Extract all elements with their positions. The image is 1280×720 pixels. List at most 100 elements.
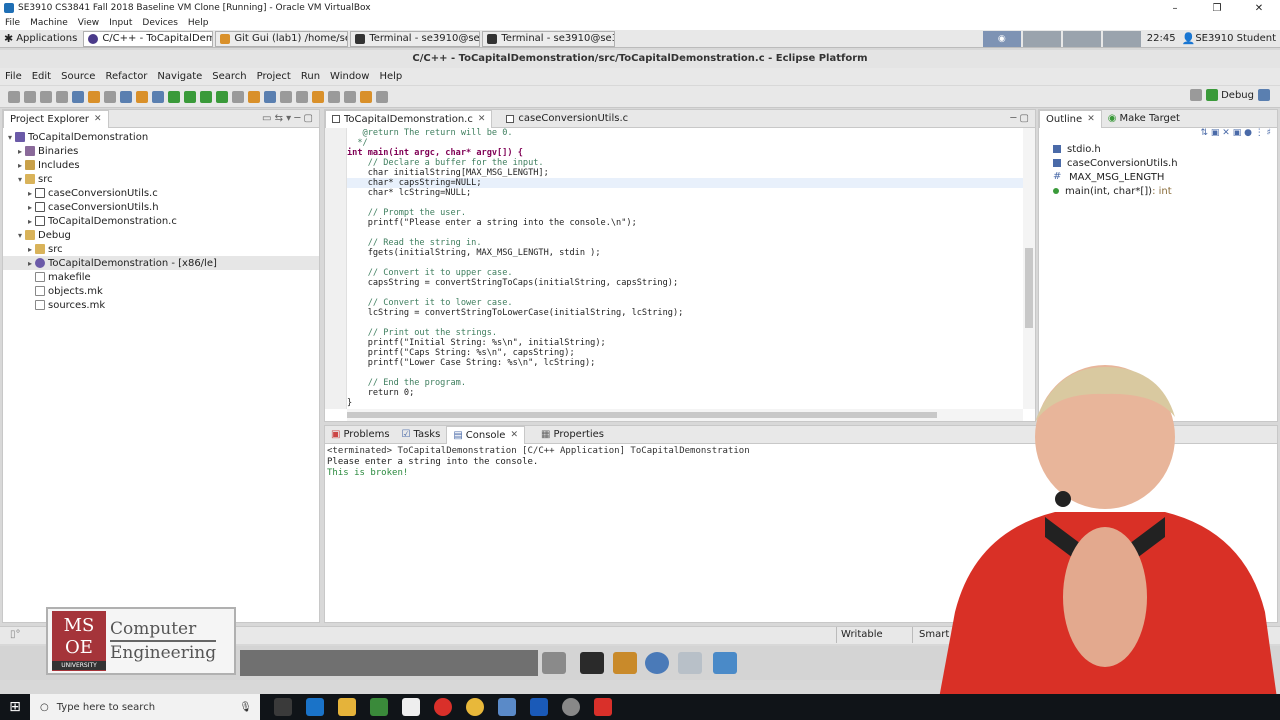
menu-refactor[interactable]: Refactor <box>105 71 147 82</box>
new-icon[interactable] <box>8 90 20 103</box>
user-name[interactable]: SE3910 Student <box>1195 33 1276 44</box>
terminal-icon[interactable] <box>580 652 604 674</box>
tab-make-target[interactable]: ◉ Make Target <box>1102 110 1186 128</box>
menu-help[interactable]: Help <box>379 71 402 82</box>
next-annotation-icon[interactable] <box>328 90 340 103</box>
new-folder-icon[interactable] <box>136 90 148 103</box>
task-terminal-1[interactable]: Terminal - se3910@se3... <box>350 30 481 47</box>
tab-properties[interactable]: ▦ Properties <box>535 426 610 444</box>
tree-item[interactable]: ▾ src <box>3 172 319 186</box>
workspace-1[interactable]: ◉ <box>982 30 1021 47</box>
opera-icon[interactable] <box>434 698 452 716</box>
file-explorer-icon[interactable] <box>338 698 356 716</box>
folder-icon[interactable] <box>713 652 737 674</box>
open-perspective-icon[interactable] <box>1190 89 1203 101</box>
tab-outline[interactable]: Outline ✕ <box>1039 109 1102 128</box>
outline-item[interactable]: main(int, char*[]) : int <box>1039 184 1277 198</box>
tree-item[interactable]: ▸ Binaries <box>3 144 319 158</box>
open-type-icon[interactable] <box>248 90 260 103</box>
close-icon[interactable]: ✕ <box>94 114 102 124</box>
outline-item[interactable]: stdio.h <box>1039 142 1277 156</box>
minimize-button[interactable]: – <box>1154 3 1196 14</box>
menu-search[interactable]: Search <box>212 71 246 82</box>
highlight-icon[interactable] <box>312 90 324 103</box>
menu-source[interactable]: Source <box>61 71 95 82</box>
store-icon[interactable] <box>370 698 388 716</box>
run-icon[interactable] <box>200 90 212 103</box>
save-icon[interactable] <box>24 90 36 103</box>
external-tools-icon[interactable] <box>216 90 228 103</box>
vbox-menu-machine[interactable]: Machine <box>30 18 68 28</box>
app-icon[interactable] <box>562 698 580 716</box>
save-all-icon[interactable] <box>40 90 52 103</box>
workspace-3[interactable] <box>1062 30 1101 47</box>
forward-icon[interactable] <box>376 90 388 103</box>
vbox-menu-view[interactable]: View <box>78 18 99 28</box>
search-icon[interactable] <box>264 90 276 103</box>
prev-annotation-icon[interactable] <box>344 90 356 103</box>
new-class-icon[interactable] <box>152 90 164 103</box>
tab-project-explorer[interactable]: Project Explorer ✕ <box>3 109 109 128</box>
hammer-icon[interactable] <box>88 90 100 103</box>
vbox-menu-devices[interactable]: Devices <box>142 18 177 28</box>
task-eclipse[interactable]: C/C++ - ToCapitalDemo... <box>83 30 214 47</box>
cpp-perspective-icon[interactable] <box>1258 89 1270 101</box>
chrome-icon[interactable] <box>466 698 484 716</box>
outline-item[interactable]: # MAX_MSG_LENGTH <box>1039 170 1277 184</box>
tab-console[interactable]: ▤ Console ✕ <box>446 425 526 444</box>
back-icon[interactable] <box>360 90 372 103</box>
applications-menu[interactable]: ✱ Applications <box>0 30 81 48</box>
menu-project[interactable]: Project <box>257 71 291 82</box>
tree-item[interactable]: ▾ Debug <box>3 228 319 242</box>
tree-item[interactable]: ▸ src <box>3 242 319 256</box>
menu-run[interactable]: Run <box>301 71 320 82</box>
editor-horizontal-scrollbar[interactable] <box>347 409 1023 421</box>
code-area[interactable]: @return The return will be 0. */ int mai… <box>347 128 1023 409</box>
vbox-menu-input[interactable]: Input <box>109 18 132 28</box>
outline-item[interactable]: caseConversionUtils.h <box>1039 156 1277 170</box>
tab-problems[interactable]: ▣ Problems <box>325 426 396 444</box>
app-finder-icon[interactable] <box>678 652 702 674</box>
tree-item[interactable]: ▸ caseConversionUtils.c <box>3 186 319 200</box>
tree-item[interactable]: ▸ Includes <box>3 158 319 172</box>
show-desktop-icon[interactable] <box>542 652 566 674</box>
close-button[interactable]: ✕ <box>1238 3 1280 14</box>
tab-tasks[interactable]: ☑ Tasks <box>396 426 447 444</box>
print-icon[interactable] <box>56 90 68 103</box>
tree-item[interactable]: sources.mk <box>3 298 319 312</box>
windows-start-icon[interactable]: ⊞ <box>0 694 30 720</box>
skip-breakpoints-icon[interactable] <box>232 90 244 103</box>
build-icon[interactable] <box>72 90 84 103</box>
workspace-2[interactable] <box>1022 30 1061 47</box>
tree-item[interactable]: ▸ ToCapitalDemonstration - [x86/le] <box>3 256 319 270</box>
workspace-4[interactable] <box>1102 30 1141 47</box>
task-view-icon[interactable] <box>274 698 292 716</box>
menu-window[interactable]: Window <box>330 71 369 82</box>
close-icon[interactable]: ✕ <box>1087 114 1095 124</box>
browser-icon[interactable] <box>645 652 669 674</box>
task-terminal-2[interactable]: Terminal - se3910@se3... <box>482 30 616 47</box>
outline-toolbar-icons[interactable]: ⇅ ▣ ✕ ▣ ● ⋮ ♯ <box>1039 128 1277 142</box>
close-icon[interactable]: ✕ <box>510 430 518 440</box>
view-menu-icon[interactable]: ▭ ⇆ ▾ ─ ▢ <box>262 113 313 124</box>
minimize-maximize-icon[interactable]: ─ ▢ <box>1010 113 1029 124</box>
tree-item[interactable]: ▾ ToCapitalDemonstration <box>3 130 319 144</box>
menu-edit[interactable]: Edit <box>32 71 51 82</box>
file-manager-icon[interactable] <box>613 652 637 674</box>
mail-icon[interactable] <box>402 698 420 716</box>
app-icon[interactable] <box>594 698 612 716</box>
virtualbox-icon[interactable] <box>498 698 516 716</box>
taskbar-search[interactable]: ○ Type here to search 🎙 <box>30 694 260 720</box>
microphone-icon[interactable]: 🎙 <box>239 702 252 713</box>
close-icon[interactable]: ✕ <box>478 114 486 124</box>
menu-navigate[interactable]: Navigate <box>157 71 202 82</box>
show-whitespace-icon[interactable] <box>296 90 308 103</box>
toggle-mark-icon[interactable] <box>280 90 292 103</box>
tab-caseconversionutils-c[interactable]: caseConversionUtils.c <box>500 110 634 128</box>
vbox-menu-help[interactable]: Help <box>188 18 209 28</box>
perspective-label[interactable]: Debug <box>1221 90 1254 101</box>
vbox-menu-file[interactable]: File <box>5 18 20 28</box>
task-git-gui[interactable]: Git Gui (lab1) /home/se3... <box>215 30 349 47</box>
refresh-icon[interactable] <box>168 90 180 103</box>
tab-tocapitaldemonstration-c[interactable]: ToCapitalDemonstration.c ✕ <box>325 109 493 128</box>
